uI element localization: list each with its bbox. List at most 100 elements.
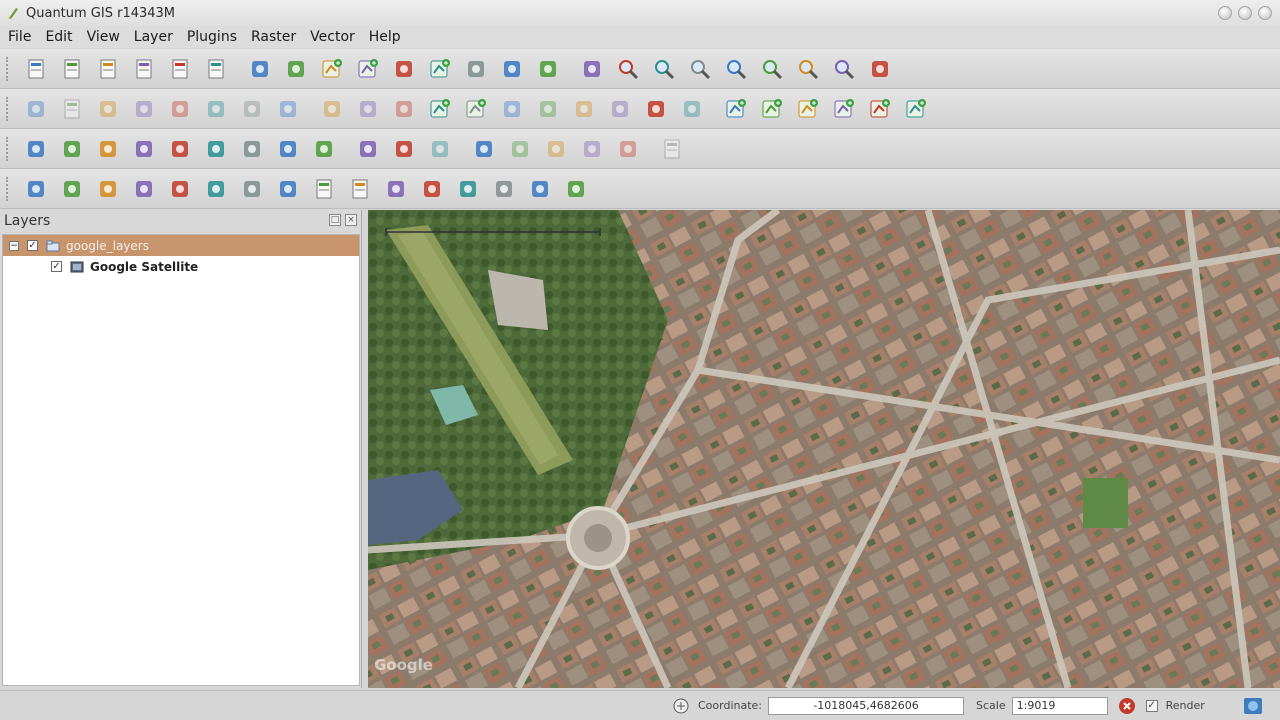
move-label-icon[interactable]: [472, 137, 496, 161]
menu-plugins[interactable]: Plugins: [187, 29, 237, 45]
coordinate-capture-icon[interactable]: [276, 177, 300, 201]
maximize-button[interactable]: [1238, 6, 1252, 20]
rotate-label-icon[interactable]: [428, 137, 452, 161]
bus-icon[interactable]: [492, 177, 516, 201]
fill-ring-icon[interactable]: [500, 97, 524, 121]
add-part-icon[interactable]: [356, 57, 380, 81]
menu-edit[interactable]: Edit: [45, 29, 72, 45]
zoom-next-icon[interactable]: [832, 57, 856, 81]
close-panel-button[interactable]: ×: [345, 214, 357, 226]
collapse-icon[interactable]: −: [9, 240, 19, 251]
menu-vector[interactable]: Vector: [310, 29, 355, 45]
identify-icon[interactable]: [24, 137, 48, 161]
simplify-icon[interactable]: [392, 97, 416, 121]
undo-icon[interactable]: [320, 97, 344, 121]
add-feature-icon[interactable]: [320, 57, 344, 81]
move-icon[interactable]: [96, 97, 120, 121]
text-annotation-icon[interactable]: [312, 137, 336, 161]
save-project-icon[interactable]: [96, 57, 120, 81]
scale-field[interactable]: 1:9019: [1011, 696, 1108, 715]
layer-group-row[interactable]: − ✓ google_layers: [3, 235, 359, 256]
toolbar-grip[interactable]: [6, 96, 10, 121]
add-ring-icon[interactable]: [428, 57, 452, 81]
open-project-icon[interactable]: [60, 57, 84, 81]
layer-visibility-checkbox[interactable]: ✓: [51, 261, 62, 272]
close-button[interactable]: [1258, 6, 1272, 20]
select-icon[interactable]: [60, 137, 84, 161]
zoom-layer-icon[interactable]: [760, 57, 784, 81]
menu-raster[interactable]: Raster: [251, 29, 296, 45]
zoom-selection-icon[interactable]: [724, 57, 748, 81]
change-label-icon[interactable]: [544, 137, 568, 161]
map-canvas[interactable]: Google: [368, 210, 1280, 688]
edit-layer-icon[interactable]: [284, 57, 308, 81]
add-vector-icon[interactable]: [724, 97, 748, 121]
rotate-icon[interactable]: [580, 137, 604, 161]
toolbar-grip[interactable]: [6, 136, 10, 161]
map-tips-icon[interactable]: [240, 137, 264, 161]
properties-icon[interactable]: [616, 137, 640, 161]
node-tool-icon[interactable]: [500, 57, 524, 81]
line-tool-icon[interactable]: [420, 177, 444, 201]
split-icon[interactable]: [536, 57, 560, 81]
group-visibility-checkbox[interactable]: ✓: [27, 240, 38, 251]
toolbar-grip[interactable]: [6, 176, 10, 201]
merge-icon[interactable]: [680, 97, 704, 121]
menu-help[interactable]: Help: [369, 29, 401, 45]
form-icon[interactable]: [660, 137, 684, 161]
road-graph-icon[interactable]: [456, 177, 480, 201]
cut-icon[interactable]: [204, 97, 228, 121]
messages-icon[interactable]: [672, 697, 690, 715]
paste-icon[interactable]: [276, 97, 300, 121]
add-raster-icon[interactable]: [760, 97, 784, 121]
delete-icon[interactable]: [168, 97, 192, 121]
render-checkbox[interactable]: ✓: [1145, 699, 1158, 712]
delete-ring-icon[interactable]: [536, 97, 560, 121]
coordinate-field[interactable]: -1018045,4682606: [768, 696, 965, 715]
add-postgis-icon[interactable]: [796, 97, 820, 121]
pencil-icon[interactable]: [24, 97, 48, 121]
add-wms-icon[interactable]: [868, 97, 892, 121]
raster-calc-icon[interactable]: [24, 177, 48, 201]
save-edits-icon[interactable]: [60, 97, 84, 121]
reshape-icon[interactable]: [572, 97, 596, 121]
pdf-export-icon[interactable]: [348, 177, 372, 201]
globe-icon[interactable]: [168, 177, 192, 201]
redo-icon[interactable]: [356, 97, 380, 121]
heatmap-icon[interactable]: [132, 177, 156, 201]
bookmark-icon[interactable]: [276, 137, 300, 161]
menu-view[interactable]: View: [87, 29, 120, 45]
zoom-in-icon[interactable]: [616, 57, 640, 81]
add-part-icon[interactable]: [464, 97, 488, 121]
map-server-icon[interactable]: [528, 177, 552, 201]
toolbar-grip[interactable]: [6, 56, 10, 81]
digitize-icon[interactable]: [248, 57, 272, 81]
dxf-export-icon[interactable]: [312, 177, 336, 201]
layer-row[interactable]: ✓ Google Satellite: [3, 256, 359, 277]
gps-icon[interactable]: [240, 177, 264, 201]
split-icon[interactable]: [644, 97, 668, 121]
add-spatialite-icon[interactable]: [832, 97, 856, 121]
pin-label-icon[interactable]: [392, 137, 416, 161]
binoculars-icon[interactable]: [564, 177, 588, 201]
menu-layer[interactable]: Layer: [134, 29, 173, 45]
crs-status-icon[interactable]: [1243, 697, 1263, 715]
add-wfs-icon[interactable]: [904, 97, 928, 121]
float-panel-button[interactable]: □: [329, 214, 341, 226]
new-project-icon[interactable]: [24, 57, 48, 81]
attribute-table-icon[interactable]: [132, 137, 156, 161]
edit-attr-icon[interactable]: [384, 177, 408, 201]
show-label-icon[interactable]: [508, 137, 532, 161]
histogram-icon[interactable]: [204, 177, 228, 201]
print-icon[interactable]: [204, 57, 228, 81]
copy-icon[interactable]: [240, 97, 264, 121]
add-ring-icon[interactable]: [428, 97, 452, 121]
refresh-icon[interactable]: [868, 57, 892, 81]
print-composer-icon[interactable]: [168, 57, 192, 81]
minimize-button[interactable]: [1218, 6, 1232, 20]
stop-render-icon[interactable]: [1118, 697, 1136, 715]
annotation-icon[interactable]: [204, 137, 228, 161]
zoom-full-icon[interactable]: [688, 57, 712, 81]
save-as-icon[interactable]: [132, 57, 156, 81]
georeferencer-icon[interactable]: [60, 177, 84, 201]
